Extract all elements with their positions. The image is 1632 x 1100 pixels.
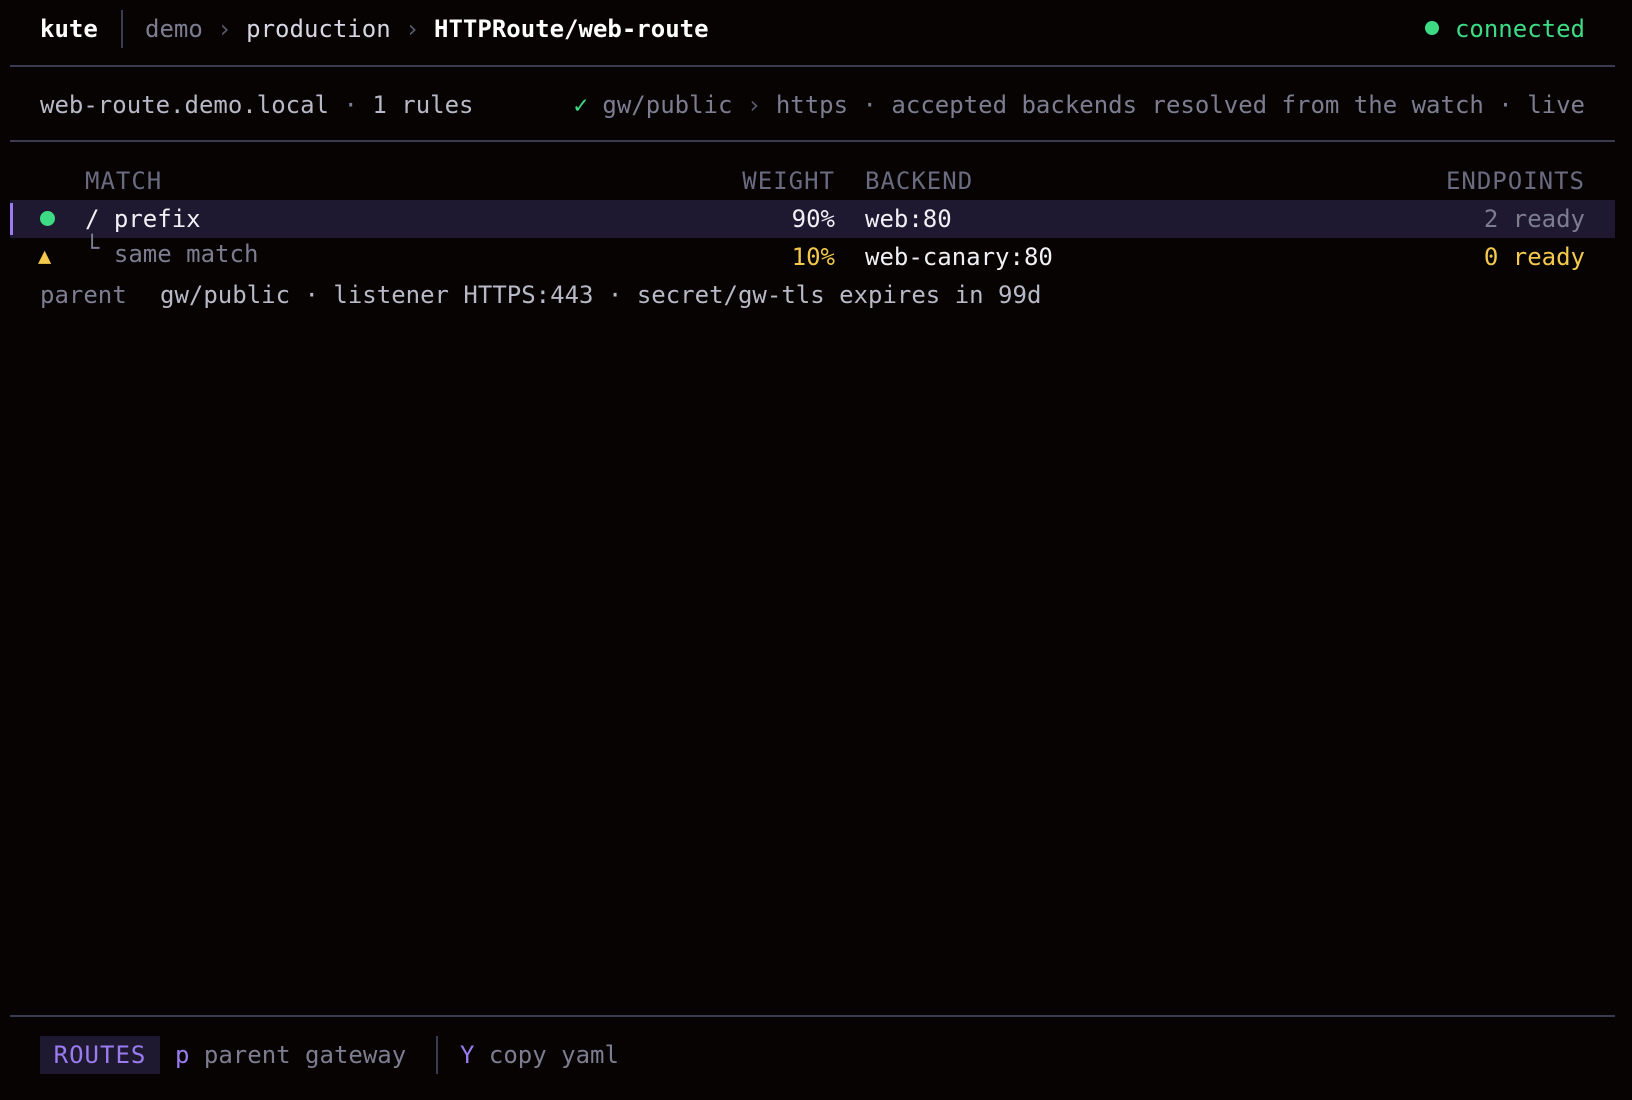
divider	[10, 65, 1615, 67]
breadcrumb-chevron-icon: ›	[217, 15, 232, 43]
rule-backend[interactable]: web-canary:80	[865, 238, 1053, 276]
rule-count: 1 rules	[372, 91, 474, 119]
column-header-weight: WEIGHT	[742, 167, 835, 195]
status-note: backends resolved from the watch	[1021, 91, 1484, 119]
breadcrumb: demo › production › HTTPRoute/web-route	[145, 10, 709, 48]
green-dot-icon	[40, 211, 55, 226]
divider	[121, 10, 123, 48]
check-icon: ✓	[573, 91, 588, 119]
rule-endpoints: 0 ready	[1483, 243, 1585, 271]
warning-triangle-icon: ▲	[38, 244, 52, 269]
shortcut-key: p	[175, 1041, 190, 1069]
app-name: kute	[40, 15, 98, 43]
rule-match[interactable]: / prefix	[85, 200, 201, 238]
column-header-match: MATCH	[85, 167, 163, 195]
shortcut-parent-gateway[interactable]: p parent gateway	[175, 1036, 406, 1074]
connected-dot-icon	[1424, 21, 1439, 35]
route-status: ✓ gw/public › https · accepted backends …	[573, 91, 1586, 119]
table-row[interactable]: └ same match	[85, 234, 259, 273]
parent-detail: gw/public · listener HTTPS:443 · secret/…	[160, 281, 1042, 309]
tree-branch-icon: └	[85, 234, 100, 262]
route-host: web-route.demo.local	[40, 91, 329, 119]
divider	[10, 140, 1615, 142]
route-summary: web-route.demo.local · 1 rules	[40, 91, 474, 119]
rule-endpoints: 2 ready	[1483, 205, 1585, 233]
column-header-endpoints: ENDPOINTS	[1445, 167, 1585, 195]
divider	[436, 1036, 438, 1074]
chevron-right-icon: ›	[746, 91, 762, 119]
breadcrumb-resource: HTTPRoute/web-route	[434, 15, 709, 43]
shortcut-label: copy yaml	[488, 1041, 619, 1069]
listener-ref: https	[775, 91, 849, 119]
accepted-state: accepted	[891, 91, 1008, 119]
breadcrumb-namespace[interactable]: production	[246, 15, 391, 43]
shortcut-copy-yaml[interactable]: Y copy yaml	[460, 1036, 619, 1074]
parent-gateway-ref: gw/public	[602, 91, 733, 119]
live-indicator: live	[1527, 91, 1585, 119]
connection-status-label: connected	[1454, 15, 1585, 43]
column-header-backend: BACKEND	[865, 167, 974, 195]
rule-weight: 90%	[791, 205, 835, 233]
selection-marker	[10, 203, 13, 235]
connection-status: connected	[1424, 10, 1585, 48]
shortcut-label: parent gateway	[203, 1041, 407, 1069]
rule-backend[interactable]: web:80	[865, 200, 952, 238]
breadcrumb-chevron-icon: ›	[405, 15, 420, 43]
divider	[10, 1015, 1615, 1017]
mode-badge: ROUTES	[40, 1036, 160, 1074]
rule-weight: 10%	[791, 243, 835, 271]
parent-label: parent	[40, 281, 127, 309]
rule-match: same match	[113, 240, 259, 268]
breadcrumb-context[interactable]: demo	[145, 15, 203, 43]
shortcut-key: Y	[460, 1041, 475, 1069]
